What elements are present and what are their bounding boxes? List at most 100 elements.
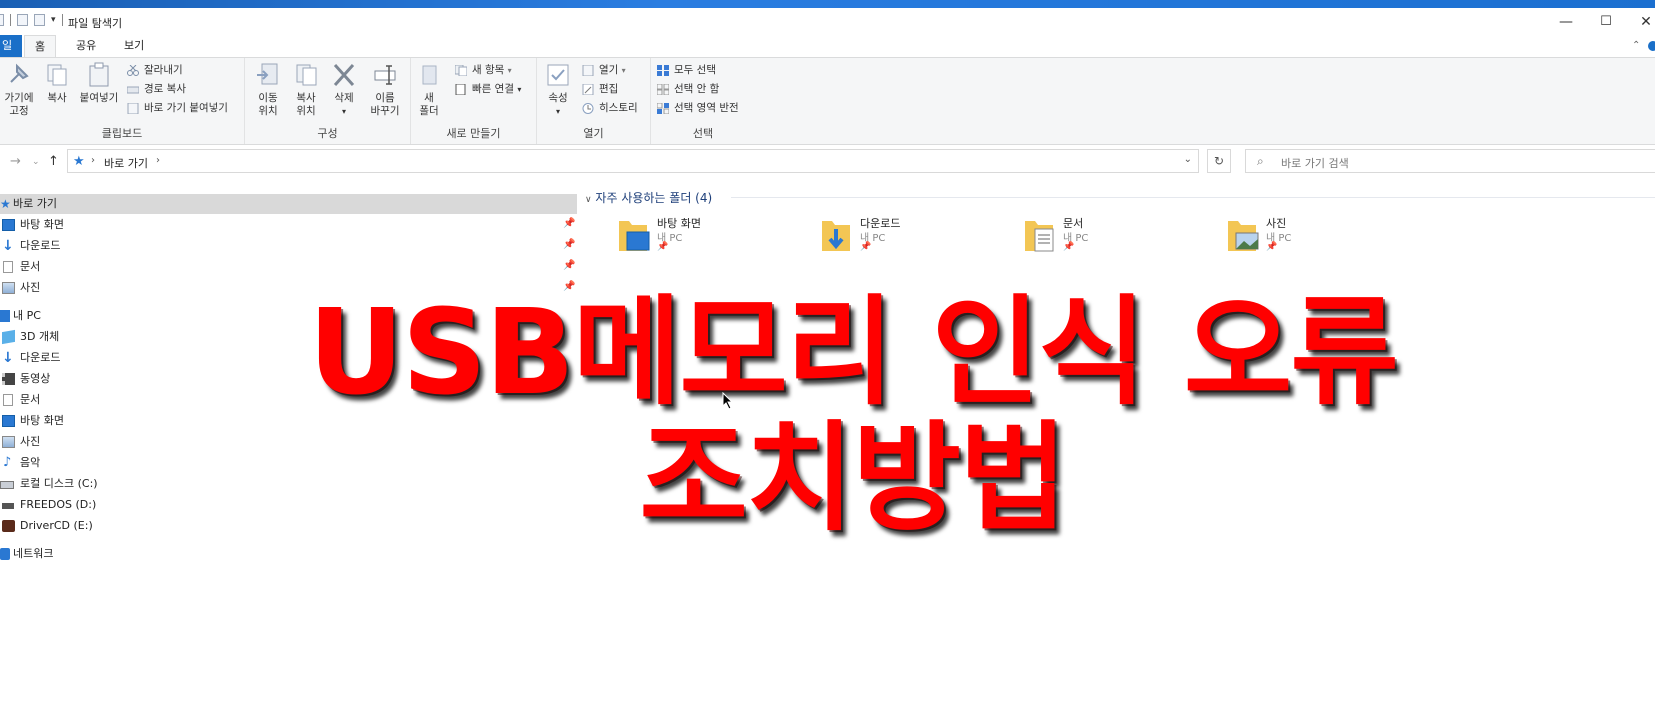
breadcrumb-quick-access[interactable]: 바로 가기	[104, 155, 148, 171]
delete-dropdown-icon[interactable]: ▾	[329, 105, 359, 118]
search-placeholder: 바로 가기 검색	[1281, 157, 1349, 170]
overlay-title-line2: 조치방법	[639, 409, 1067, 547]
desktop-icon	[2, 219, 15, 231]
copy-to-label-line1: 복사	[296, 92, 316, 104]
easy-access-button[interactable]: 빠른 연결 ▾	[455, 81, 521, 98]
properties-button[interactable]: 속성 ▾	[543, 62, 573, 118]
nav-item-label: 다운로드	[20, 239, 61, 252]
forward-icon[interactable]: →	[10, 154, 21, 169]
select-none-button[interactable]: 선택 안 함	[656, 81, 719, 98]
copy-path-label: 경로 복사	[144, 83, 186, 95]
new-item-label: 새 항목	[472, 64, 505, 76]
frequent-folders-header[interactable]: ∨ 자주 사용하는 폴더 (4)	[585, 189, 712, 206]
close-button[interactable]: ✕	[1631, 12, 1655, 32]
invert-selection-button[interactable]: 선택 영역 반전	[656, 100, 739, 117]
cut-button[interactable]: 잘라내기	[127, 62, 183, 79]
copy-to-label-line2: 위치	[296, 105, 316, 117]
edit-label: 편집	[599, 83, 619, 95]
invert-selection-icon	[656, 102, 670, 115]
paste-label: 붙여넣기	[79, 92, 119, 104]
copy-to-button[interactable]: 복사 위치	[289, 62, 323, 118]
minimize-button[interactable]: —	[1551, 12, 1581, 32]
delete-button[interactable]: 삭제 ▾	[329, 62, 359, 118]
tab-home[interactable]: 홈	[24, 35, 57, 57]
new-group-label: 새로 만들기	[446, 127, 501, 140]
desktop-taskbar-strip	[0, 0, 1655, 8]
copy-button[interactable]: 복사	[42, 62, 72, 105]
section-title: 자주 사용하는 폴더 (4)	[595, 191, 713, 205]
download-arrow-icon: ↓	[2, 238, 14, 254]
select-all-label: 모두 선택	[674, 64, 716, 76]
paste-shortcut-button[interactable]: 바로 가기 붙여넣기	[127, 100, 228, 117]
new-folder-label-line1: 새	[424, 92, 434, 104]
chevron-down-icon: ∨	[585, 195, 592, 205]
copy-path-button[interactable]: 경로 복사	[126, 81, 186, 98]
pin-icon[interactable]: 📌	[563, 239, 575, 250]
mouse-cursor-icon	[722, 392, 734, 410]
clipboard-group: 가기에 고정 복사 붙여넣기 잘라내기 경로 복사 바로 가기 붙여넣기 클립보…	[0, 58, 245, 144]
properties-icon[interactable]	[17, 14, 28, 26]
search-icon: ⌕	[1257, 154, 1264, 168]
quick-access-toolbar: ▾	[0, 14, 63, 26]
pin-icon[interactable]: 📌	[563, 260, 575, 271]
open-label: 열기	[599, 64, 619, 76]
document-icon	[3, 261, 13, 273]
app-icon	[0, 14, 4, 26]
help-icon[interactable]	[1648, 41, 1655, 51]
move-to-button[interactable]: 이동 위치	[251, 62, 285, 118]
tab-share[interactable]: 공유	[66, 35, 106, 57]
history-button[interactable]: 히스토리	[582, 100, 638, 117]
copy-icon	[45, 62, 69, 88]
search-box[interactable]: ⌕ 바로 가기 검색	[1245, 149, 1655, 173]
tab-view[interactable]: 보기	[114, 35, 154, 57]
folder-pictures-icon	[1228, 221, 1259, 251]
star-icon: ★	[73, 154, 85, 169]
maximize-button[interactable]: ☐	[1591, 12, 1621, 32]
properties-dropdown-icon[interactable]: ▾	[543, 105, 573, 118]
overlay-title-line1: USB메모리 인식 오류	[308, 283, 1399, 421]
breadcrumb-chevron-icon[interactable]: ›	[156, 155, 160, 166]
clipboard-group-label: 클립보드	[101, 127, 143, 140]
new-folder-button[interactable]: 새 폴더	[415, 62, 443, 118]
open-button[interactable]: 열기 ▾	[582, 62, 626, 79]
select-group-label: 선택	[692, 127, 714, 140]
rename-label-line2: 바꾸기	[370, 105, 400, 117]
pin-to-quick-access-button[interactable]: 가기에 고정	[0, 62, 38, 118]
select-group: 모두 선택 선택 안 함 선택 영역 반전 선택	[651, 58, 755, 144]
easy-access-icon	[455, 83, 467, 96]
address-dropdown-icon[interactable]: ⌄	[1184, 154, 1192, 165]
folder-tile-downloads[interactable]: 다운로드 내 PC 📌	[820, 215, 1010, 259]
rename-button[interactable]: 이름 바꾸기	[365, 62, 405, 118]
new-item-button[interactable]: 새 항목 ▾	[454, 62, 512, 79]
address-box[interactable]: ★ › 바로 가기 › ⌄	[67, 149, 1199, 173]
history-label: 히스토리	[599, 102, 638, 114]
folder-downloads-icon	[822, 221, 850, 251]
nav-quick-access[interactable]: ★ 바로 가기	[0, 194, 577, 214]
edit-button[interactable]: 편집	[582, 81, 618, 98]
pin-icon[interactable]: 📌	[563, 218, 575, 229]
nav-quick-access-label: 바로 가기	[13, 197, 57, 210]
pin-icon	[7, 62, 31, 88]
customize-dropdown-icon[interactable]: ▾	[51, 15, 56, 25]
nav-item-label: 문서	[20, 260, 41, 273]
paste-button[interactable]: 붙여넣기	[76, 62, 122, 105]
move-to-label-line2: 위치	[258, 105, 278, 117]
folder-tile-documents[interactable]: 문서 내 PC 📌	[1023, 215, 1213, 259]
recent-locations-icon[interactable]: ⌄	[32, 157, 40, 167]
network-icon	[0, 548, 10, 560]
refresh-button[interactable]: ↻	[1207, 149, 1231, 173]
folder-tile-desktop[interactable]: 바탕 화면 내 PC 📌	[617, 215, 807, 259]
folder-tile-pictures[interactable]: 사진 내 PC 📌	[1226, 215, 1416, 259]
new-item-icon	[454, 64, 468, 77]
properties-label: 속성	[548, 92, 568, 104]
up-icon[interactable]: ↑	[48, 154, 59, 169]
edit-icon	[582, 83, 594, 96]
rename-label-line1: 이름	[375, 92, 395, 104]
delete-label: 삭제	[334, 92, 354, 104]
collapse-ribbon-icon[interactable]: ⌃	[1632, 40, 1640, 51]
new-folder-icon[interactable]	[34, 14, 45, 26]
breadcrumb-chevron-icon[interactable]: ›	[91, 155, 95, 166]
tab-file[interactable]: 일	[0, 35, 22, 57]
select-all-button[interactable]: 모두 선택	[657, 62, 716, 79]
scissors-icon	[127, 64, 139, 76]
